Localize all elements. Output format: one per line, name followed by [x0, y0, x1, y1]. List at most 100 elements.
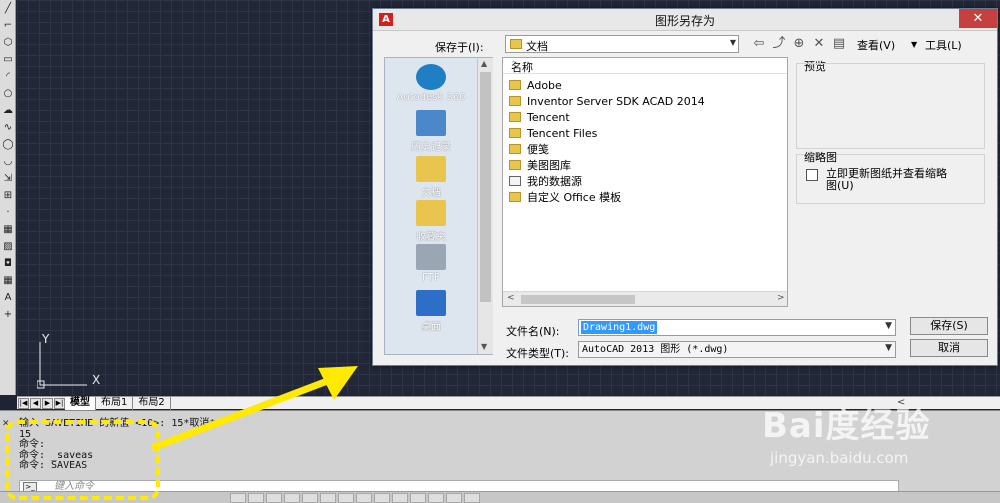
file-type-select[interactable]: AutoCAD 2013 图形 (*.dwg) ▼	[578, 341, 896, 358]
dialog-titlebar[interactable]: A 图形另存为 ✕	[373, 9, 997, 31]
horizontal-scrollbar[interactable]: < >	[503, 291, 787, 306]
autodesk-360-icon	[416, 64, 446, 90]
place-ftp[interactable]: FTP	[385, 244, 477, 283]
chevron-down-icon[interactable]: ▼	[885, 321, 892, 331]
status-toggle-icon[interactable]	[446, 493, 462, 503]
first-tab-icon[interactable]: |◀	[18, 397, 29, 409]
place-desktop[interactable]: 桌面	[385, 290, 477, 333]
rectangle-icon[interactable]: ▭	[2, 54, 14, 66]
place-favorites[interactable]: 收藏夹	[385, 200, 477, 243]
prev-tab-icon[interactable]: ◀	[30, 397, 41, 409]
save-button[interactable]: 保存(S)	[910, 317, 988, 335]
scroll-right-icon[interactable]: >	[777, 293, 785, 303]
status-toggle-icon[interactable]	[302, 493, 318, 503]
ellipse-icon[interactable]: ◯	[2, 139, 14, 151]
next-tab-icon[interactable]: ▶	[42, 397, 53, 409]
status-toggle-icon[interactable]	[284, 493, 300, 503]
file-name-input[interactable]: Drawing1.dwg ▼	[578, 319, 896, 336]
status-toggle-icon[interactable]	[374, 493, 390, 503]
status-toggle-icon[interactable]	[392, 493, 408, 503]
region-icon[interactable]: ◘	[2, 258, 14, 270]
place-label: 文档	[421, 188, 441, 199]
close-button[interactable]: ✕	[959, 9, 997, 28]
file-list-item[interactable]: Tencent	[509, 109, 570, 125]
file-name: 美图图库	[527, 159, 571, 172]
places-scrollbar[interactable]: ▲ ▼	[477, 58, 493, 354]
file-list-item[interactable]: 我的数据源	[509, 173, 582, 189]
arc-icon[interactable]: ◜	[2, 71, 14, 83]
folder-icon	[509, 128, 521, 138]
place-label: Autodesk 360	[396, 92, 466, 103]
make-block-icon[interactable]: ⊞	[2, 190, 14, 202]
tab-layout1[interactable]: 布局1	[96, 396, 134, 410]
status-toggle-icon[interactable]	[338, 493, 354, 503]
point-icon[interactable]: ·	[2, 207, 14, 219]
last-tab-icon[interactable]: ▶|	[54, 397, 65, 409]
cancel-button[interactable]: 取消	[910, 339, 988, 357]
insert-block-icon[interactable]: ⇲	[2, 173, 14, 185]
tab-model[interactable]: 模型	[65, 396, 96, 410]
save-as-dialog: A 图形另存为 ✕ 保存于(I): 文档 ▼ ⇦ ⤴ ⊕ ✕ ▤ 查看(V) ▼…	[372, 8, 998, 366]
revcloud-icon[interactable]: ☁	[2, 105, 14, 117]
gradient-icon[interactable]: ▨	[2, 241, 14, 253]
ucs-x-label: X	[92, 373, 101, 387]
delete-icon[interactable]: ✕	[811, 36, 827, 52]
status-toggle-icon[interactable]	[410, 493, 426, 503]
file-list-item[interactable]: Tencent Files	[509, 125, 597, 141]
place-documents[interactable]: 文档	[385, 156, 477, 199]
file-list-item[interactable]: Adobe	[509, 77, 562, 93]
line-icon[interactable]: ╱	[2, 3, 14, 15]
save-in-select[interactable]: 文档 ▼	[505, 35, 739, 53]
spline-icon[interactable]: ∿	[2, 122, 14, 134]
polygon-icon[interactable]: ⬡	[2, 37, 14, 49]
status-toggle-icon[interactable]	[248, 493, 264, 503]
status-toggle-icon[interactable]	[230, 493, 246, 503]
file-name: Adobe	[527, 78, 562, 92]
file-name-value[interactable]: Drawing1.dwg	[581, 321, 658, 334]
back-icon[interactable]: ⇦	[751, 36, 767, 52]
polyline-icon[interactable]: ⌐	[2, 20, 14, 32]
folder-icon	[509, 96, 521, 106]
scroll-thumb[interactable]	[521, 295, 635, 304]
view-menu[interactable]: 查看(V)	[857, 37, 895, 53]
update-thumbnail-checkbox[interactable]	[806, 169, 818, 181]
circle-icon[interactable]: ○	[2, 88, 14, 100]
file-list-item[interactable]: Inventor Server SDK ACAD 2014	[509, 93, 705, 109]
baidu-watermark: Bai度经验 jingyan.baidu.com	[762, 398, 992, 488]
place-label: 桌面	[421, 322, 441, 333]
chevron-down-icon[interactable]: ▼	[911, 40, 917, 49]
ellipse-arc-icon[interactable]: ◡	[2, 156, 14, 168]
sort-ascending-icon: ˆ	[511, 59, 517, 72]
file-list-item[interactable]: 自定义 Office 模板	[509, 189, 621, 205]
file-list[interactable]: 名称 ˆ < > Adobe Inventor Server SDK ACAD 2…	[502, 57, 788, 307]
place-autodesk-360[interactable]: Autodesk 360	[385, 64, 477, 103]
update-thumbnail-label[interactable]: 立即更新图纸并查看缩略图(U)	[826, 168, 956, 192]
status-toggle-icon[interactable]	[464, 493, 480, 503]
status-toggle-icon[interactable]	[356, 493, 372, 503]
place-label: 收藏夹	[416, 232, 446, 243]
folder-icon	[509, 192, 521, 202]
chevron-down-icon[interactable]: ▼	[885, 343, 892, 353]
status-toggle-icon[interactable]	[320, 493, 336, 503]
tools-menu[interactable]: 工具(L)	[925, 37, 962, 53]
scroll-up-icon[interactable]: ▲	[481, 59, 487, 68]
dialog-title: 图形另存为	[654, 14, 715, 28]
status-toggle-icon[interactable]	[266, 493, 282, 503]
column-header-name[interactable]: 名称 ˆ	[503, 58, 787, 74]
chevron-down-icon[interactable]: ▼	[730, 38, 736, 47]
up-folder-icon[interactable]: ⤴	[771, 36, 787, 52]
hatch-icon[interactable]: ▦	[2, 224, 14, 236]
mtext-icon[interactable]: A	[2, 292, 14, 304]
scroll-down-icon[interactable]: ▼	[481, 342, 487, 351]
new-folder-icon[interactable]: ▤	[831, 36, 847, 52]
search-web-icon[interactable]: ⊕	[791, 36, 807, 52]
scroll-thumb[interactable]	[480, 72, 491, 302]
place-history[interactable]: 历史记录	[385, 110, 477, 153]
file-list-item[interactable]: 便笺	[509, 141, 549, 157]
add-selected-icon[interactable]: +	[2, 309, 14, 321]
folder-icon	[509, 144, 521, 154]
status-toggle-icon[interactable]	[428, 493, 444, 503]
table-icon[interactable]: ▦	[2, 275, 14, 287]
scroll-left-icon[interactable]: <	[507, 293, 515, 303]
file-list-item[interactable]: 美图图库	[509, 157, 571, 173]
